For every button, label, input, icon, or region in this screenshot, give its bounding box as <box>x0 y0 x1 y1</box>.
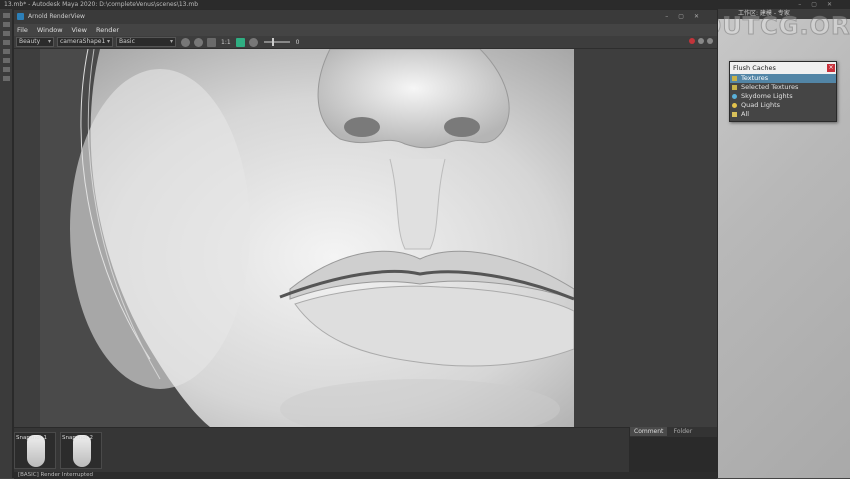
menu-file[interactable]: File <box>17 26 28 34</box>
tool-icon[interactable] <box>3 22 10 27</box>
close-icon[interactable]: × <box>827 64 835 72</box>
texture-icon <box>732 76 737 81</box>
snapshot-label: Snapshot 2 <box>62 435 93 441</box>
flush-item-skydome-lights[interactable]: Skydome Lights <box>730 92 836 101</box>
quad-light-icon <box>732 103 737 108</box>
snapshot-info-panel: Comment Folder <box>629 427 718 472</box>
comment-box[interactable] <box>630 437 718 472</box>
maya-window-controls[interactable]: –▢✕ <box>798 0 842 9</box>
render-controls <box>686 38 713 44</box>
flush-item-label: Skydome Lights <box>741 92 793 100</box>
maya-title: 13.mb* - Autodesk Maya 2020: D:\complete… <box>4 1 199 8</box>
crop-icon[interactable] <box>235 37 245 47</box>
menu-view[interactable]: View <box>72 26 87 34</box>
menu-window[interactable]: Window <box>37 26 63 34</box>
tool-icon[interactable] <box>3 40 10 45</box>
mode-select[interactable]: Basic <box>116 37 176 47</box>
all-icon <box>732 112 737 117</box>
flush-item-label: Selected Textures <box>741 83 799 91</box>
snapshot-strip: Snapshot 1 Snapshot 2 <box>14 427 629 472</box>
arnold-renderview-window: Arnold RenderView –▢✕ File Window View R… <box>13 9 718 479</box>
flush-item-label: All <box>741 110 750 118</box>
stop-render-icon[interactable] <box>689 38 695 44</box>
exposure-slider[interactable] <box>263 38 290 46</box>
renderview-window-controls[interactable]: –▢✕ <box>665 10 709 24</box>
skydome-light-icon <box>732 94 737 99</box>
flush-item-label: Textures <box>741 74 769 82</box>
maya-left-toolbar <box>0 9 13 478</box>
ratio-label[interactable]: 1:1 <box>221 39 231 46</box>
tool-icon[interactable] <box>3 67 10 72</box>
renderview-menu-bar: File Window View Render <box>14 24 717 36</box>
flush-item-label: Quad Lights <box>741 101 781 109</box>
aov-select[interactable]: Beauty <box>16 37 54 47</box>
tool-icon[interactable] <box>3 76 10 81</box>
record-icon[interactable] <box>181 37 190 47</box>
snapshot-label: Snapshot 1 <box>16 435 47 441</box>
maya-title-bar: 13.mb* - Autodesk Maya 2020: D:\complete… <box>0 0 850 9</box>
flush-item-textures[interactable]: Textures <box>730 74 836 83</box>
render-viewport[interactable] <box>14 49 717 427</box>
face-render-image <box>40 49 574 427</box>
tool-icon[interactable] <box>3 58 10 63</box>
rendered-image <box>40 49 574 427</box>
renderview-toolbar: Beauty cameraShape1 Basic 1:1 0 <box>14 36 717 49</box>
tab-folder[interactable]: Folder <box>670 427 697 436</box>
exposure-value: 0 <box>295 38 300 46</box>
flush-caches-header: Flush Caches × <box>730 62 836 74</box>
settings-icon[interactable] <box>707 38 713 44</box>
gear-icon[interactable] <box>248 37 258 47</box>
flush-item-quad-lights[interactable]: Quad Lights <box>730 101 836 110</box>
flush-item-all[interactable]: All <box>730 110 836 119</box>
renderview-title-bar: Arnold RenderView –▢✕ <box>14 10 717 24</box>
snapshot-thumbnail[interactable]: Snapshot 2 <box>60 432 102 469</box>
renderview-title: Arnold RenderView <box>28 13 85 20</box>
tool-icon[interactable] <box>3 49 10 54</box>
arnold-logo-icon <box>17 13 24 20</box>
snapshot-thumbnail[interactable]: Snapshot 1 <box>14 432 56 469</box>
texture-icon <box>732 85 737 90</box>
tool-icon[interactable] <box>3 31 10 36</box>
camera-select[interactable]: cameraShape1 <box>57 37 113 47</box>
flush-item-selected-textures[interactable]: Selected Textures <box>730 83 836 92</box>
flush-caches-title: Flush Caches <box>733 64 776 72</box>
tool-icon[interactable] <box>3 13 10 18</box>
link-icon[interactable] <box>207 37 216 47</box>
tab-comment[interactable]: Comment <box>630 427 668 436</box>
refresh-icon[interactable] <box>698 38 704 44</box>
flush-caches-popup: Flush Caches × Textures Selected Texture… <box>729 61 837 122</box>
menu-render[interactable]: Render <box>96 26 119 34</box>
circle-icon[interactable] <box>194 37 203 47</box>
